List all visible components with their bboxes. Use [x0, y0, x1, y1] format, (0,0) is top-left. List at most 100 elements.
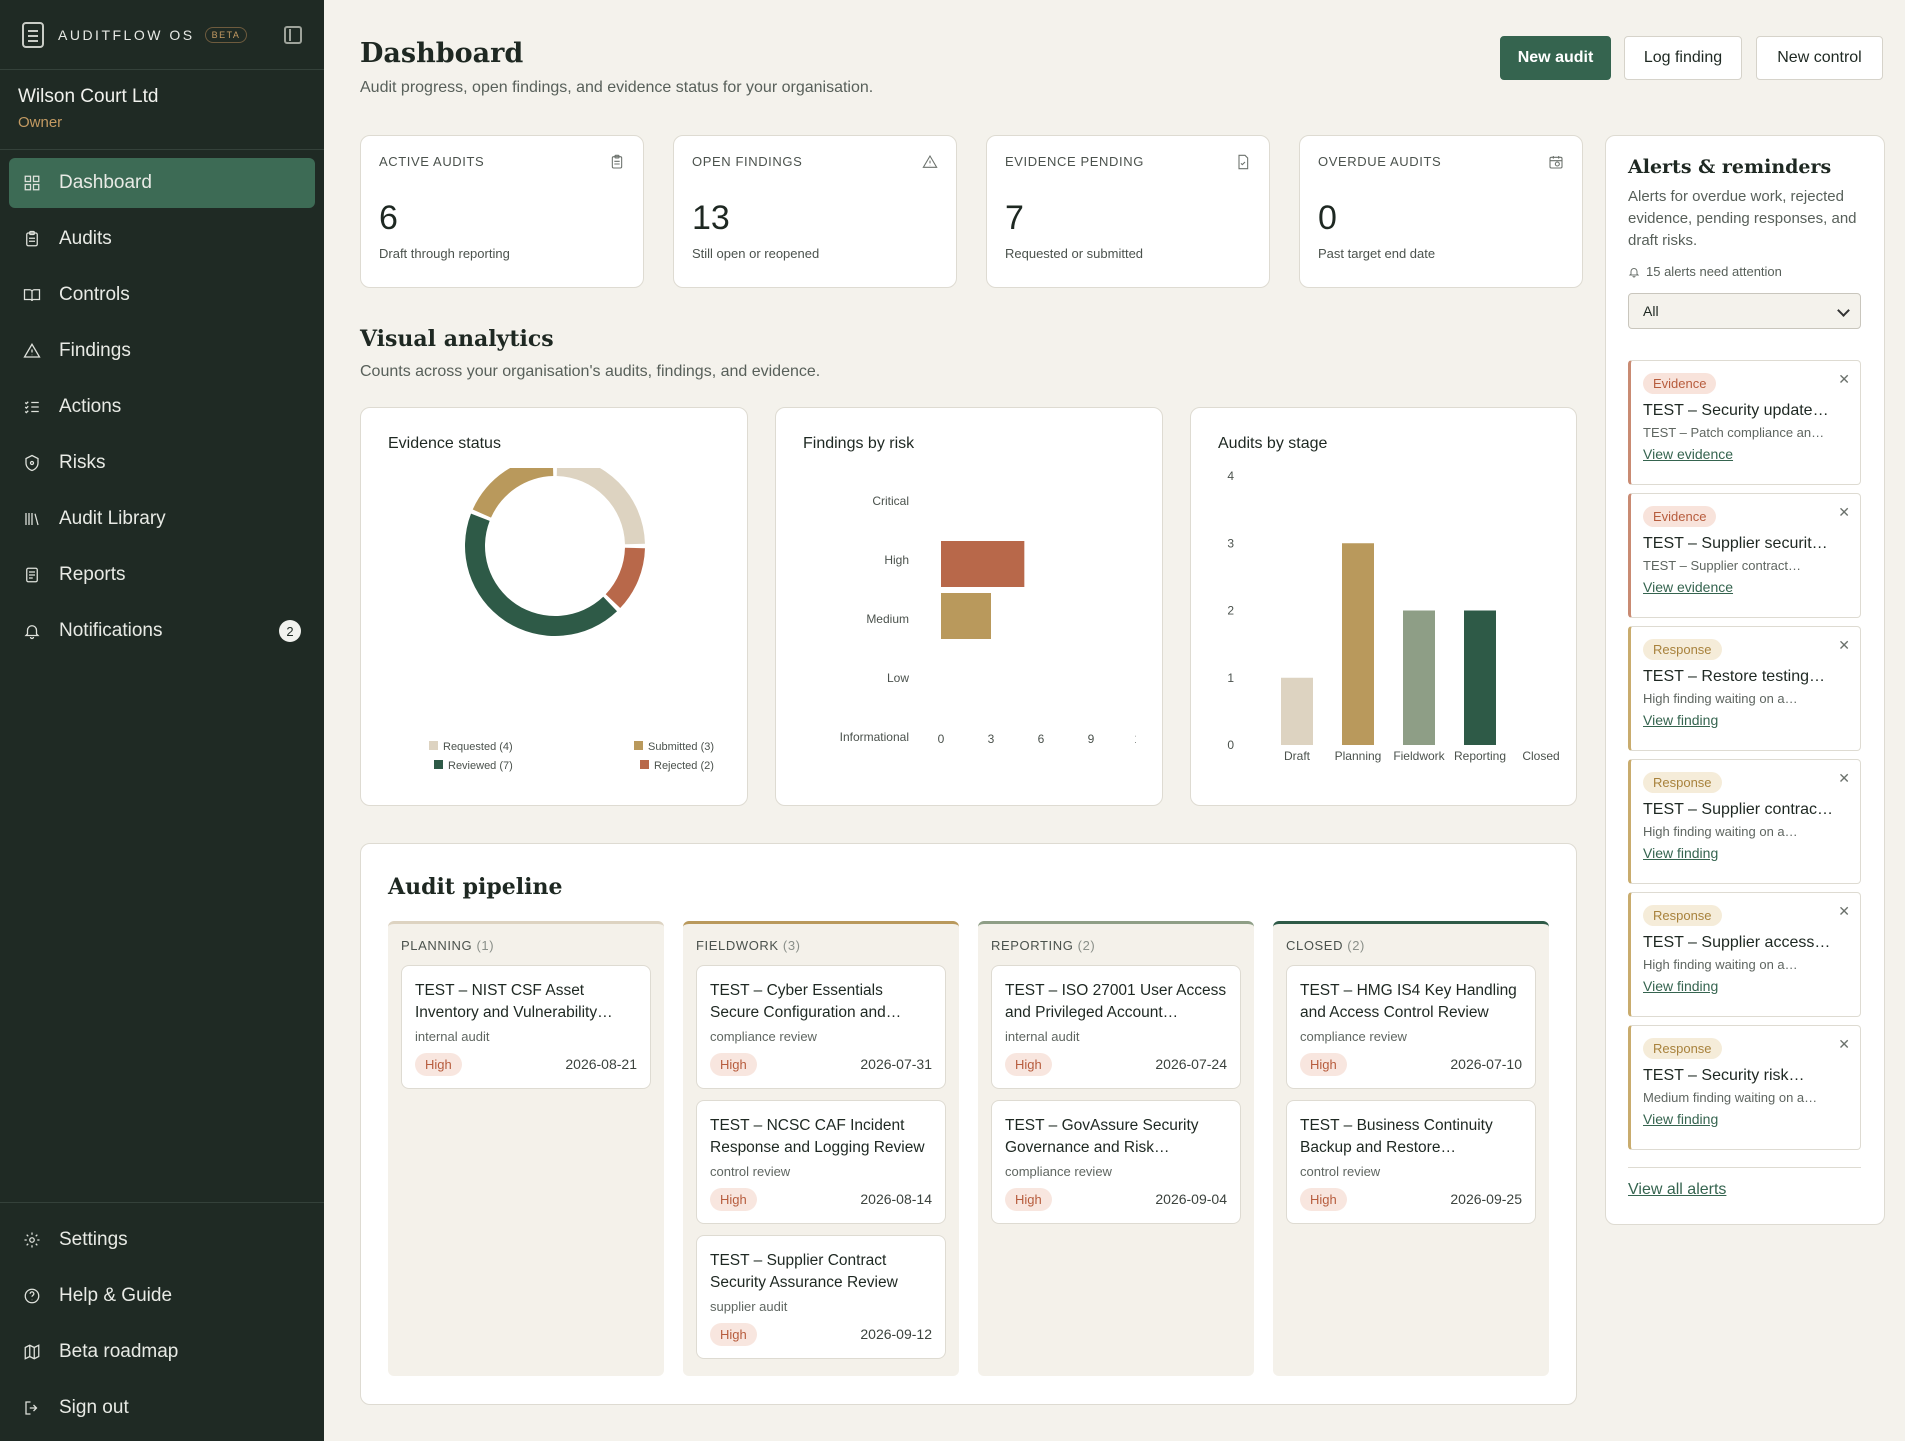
alert-link[interactable]: View finding	[1643, 712, 1718, 728]
alert-name: TEST – Security update…	[1643, 402, 1829, 419]
close-icon[interactable]: ✕	[1838, 903, 1850, 920]
close-icon[interactable]: ✕	[1838, 637, 1850, 654]
donut-slice-reviewed	[464, 513, 618, 637]
audit-date: 2026-07-31	[860, 1056, 932, 1072]
x-tick-label: Closed	[1522, 749, 1559, 763]
y-tick-label: Low	[887, 671, 909, 685]
grid-icon	[23, 174, 41, 192]
analytics-subtitle: Counts across your organisation's audits…	[360, 363, 821, 380]
x-tick-label: 12	[1134, 732, 1136, 746]
nav-item-audit-library[interactable]: Audit Library	[9, 494, 315, 544]
column-count: (1)	[476, 938, 495, 953]
chart-title: Findings by risk	[803, 435, 915, 452]
logo-icon	[22, 21, 44, 48]
stat-label: OPEN FINDINGS	[692, 154, 803, 169]
risk-badge: High	[710, 1323, 757, 1346]
close-icon[interactable]: ✕	[1838, 504, 1850, 521]
nav-item-label: Findings	[59, 340, 131, 361]
alert-card: Evidence ✕ TEST – Supplier securit… TEST – …	[1628, 493, 1861, 618]
column-header: REPORTING (2)	[991, 938, 1241, 953]
nav-item-label: Sign out	[59, 1397, 129, 1418]
vbar-chart: 0 1 2 3 4 Draft Planning Fieldwork Reporting Clos…	[1227, 469, 1559, 763]
y-tick-label: 2	[1227, 604, 1234, 618]
column-header: PLANNING (1)	[401, 938, 651, 953]
nav-item-help-guide[interactable]: Help & Guide	[9, 1271, 315, 1321]
sidebar: AUDITFLOW OS BETA Wilson Court Ltd Owner…	[0, 0, 324, 1441]
alert-detail: TEST – Patch compliance an…	[1643, 425, 1825, 440]
stat-description: Past target end date	[1318, 246, 1436, 261]
audit-date: 2026-08-14	[860, 1191, 932, 1207]
audit-card[interactable]: TEST – Business Continuity Backup and Re…	[1286, 1100, 1536, 1224]
risk-badge: High	[1300, 1053, 1347, 1076]
close-icon[interactable]: ✕	[1838, 770, 1850, 787]
audit-date: 2026-09-25	[1450, 1191, 1522, 1207]
pipeline-column-reporting: REPORTING (2) TEST – ISO 27001 User Acces…	[978, 921, 1254, 1376]
alerts-subtitle: Alerts for overdue work, rejected eviden…	[1628, 188, 1857, 249]
nav-item-reports[interactable]: Reports	[9, 550, 315, 600]
alert-card: Response ✕ TEST – Supplier access… High fin…	[1628, 892, 1861, 1017]
collapse-sidebar-icon[interactable]	[284, 25, 302, 44]
nav-item-sign-out[interactable]: Sign out	[9, 1383, 315, 1433]
hbar-chart: Critical High Medium Low Informational 0 3 6 9 12	[840, 494, 1136, 746]
alert-link[interactable]: View finding	[1643, 845, 1718, 861]
nav-item-beta-roadmap[interactable]: Beta roadmap	[9, 1327, 315, 1377]
beta-badge: BETA	[204, 26, 248, 43]
audit-title: TEST – Supplier Contract Security Assura…	[710, 1252, 898, 1291]
view-all-alerts-link[interactable]: View all alerts	[1628, 1181, 1726, 1199]
alert-link[interactable]: View evidence	[1643, 579, 1733, 595]
alerts-filter-select[interactable]: All	[1628, 293, 1861, 329]
nav-item-settings[interactable]: Settings	[9, 1215, 315, 1265]
bar-planning	[1342, 543, 1374, 745]
new-audit-button[interactable]: New audit	[1500, 36, 1611, 80]
column-header: FIELDWORK (3)	[696, 938, 946, 953]
column-count: (2)	[1077, 938, 1096, 953]
risk-badge: High	[1300, 1188, 1347, 1211]
close-icon[interactable]: ✕	[1838, 371, 1850, 388]
nav-item-notifications[interactable]: Notifications 2	[9, 606, 315, 656]
organisation-switcher[interactable]: Wilson Court Ltd Owner	[0, 70, 324, 150]
close-icon[interactable]: ✕	[1838, 1036, 1850, 1053]
nav-item-label: Controls	[59, 284, 130, 305]
audit-card[interactable]: TEST – GovAssure Security Governance and…	[991, 1100, 1241, 1224]
main-nav: Dashboard Audits Controls Findings Actions Ri…	[0, 150, 324, 670]
help-icon	[23, 1287, 41, 1305]
nav-item-actions[interactable]: Actions	[9, 382, 315, 432]
log-finding-button[interactable]: Log finding	[1624, 36, 1742, 80]
chart-title: Evidence status	[388, 435, 501, 452]
stat-label: OVERDUE AUDITS	[1318, 154, 1442, 169]
chart-title: Audits by stage	[1218, 435, 1328, 452]
nav-item-findings[interactable]: Findings	[9, 326, 315, 376]
nav-item-audits[interactable]: Audits	[9, 214, 315, 264]
x-tick-label: Planning	[1335, 749, 1382, 763]
alert-name: TEST – Supplier access…	[1643, 934, 1831, 951]
stat-description: Still open or reopened	[692, 246, 820, 261]
bell-icon	[1628, 267, 1640, 277]
audit-card[interactable]: TEST – ISO 27001 User Access and Privile…	[991, 965, 1241, 1089]
legend-swatch-rejected	[640, 760, 649, 769]
alert-link[interactable]: View evidence	[1643, 446, 1733, 462]
audit-card[interactable]: TEST – Cyber Essentials Secure Configura…	[696, 965, 946, 1089]
warning-icon	[922, 154, 938, 170]
alert-link[interactable]: View finding	[1643, 978, 1718, 994]
gear-icon	[23, 1231, 41, 1249]
nav-item-risks[interactable]: Risks	[9, 438, 315, 488]
nav-item-label: Beta roadmap	[59, 1341, 179, 1362]
bar-reporting	[1464, 610, 1496, 745]
findings-by-risk-chart: Findings by risk Critical High Medium Low In…	[775, 407, 1163, 806]
alert-card: Response ✕ TEST – Supplier contrac… High fi…	[1628, 759, 1861, 884]
audit-card[interactable]: TEST – HMG IS4 Key Handling and Access C…	[1286, 965, 1536, 1089]
new-control-button[interactable]: New control	[1756, 36, 1883, 80]
alerts-panel: Alerts & reminders Alerts for overdue wo…	[1605, 135, 1885, 1225]
donut-slice-rejected	[605, 547, 645, 609]
audit-card[interactable]: TEST – NCSC CAF Incident Response and Lo…	[696, 1100, 946, 1224]
alert-link[interactable]: View finding	[1643, 1111, 1718, 1127]
audit-date: 2026-07-24	[1155, 1056, 1227, 1072]
nav-item-dashboard[interactable]: Dashboard	[9, 158, 315, 208]
audit-type: supplier audit	[710, 1299, 788, 1314]
audit-card[interactable]: TEST – Supplier Contract Security Assura…	[696, 1235, 946, 1359]
nav-item-label: Audits	[59, 228, 112, 249]
nav-item-label: Settings	[59, 1229, 128, 1250]
audit-card[interactable]: TEST – NIST CSF Asset Inventory and Vuln…	[401, 965, 651, 1089]
nav-item-controls[interactable]: Controls	[9, 270, 315, 320]
org-role: Owner	[18, 114, 63, 131]
